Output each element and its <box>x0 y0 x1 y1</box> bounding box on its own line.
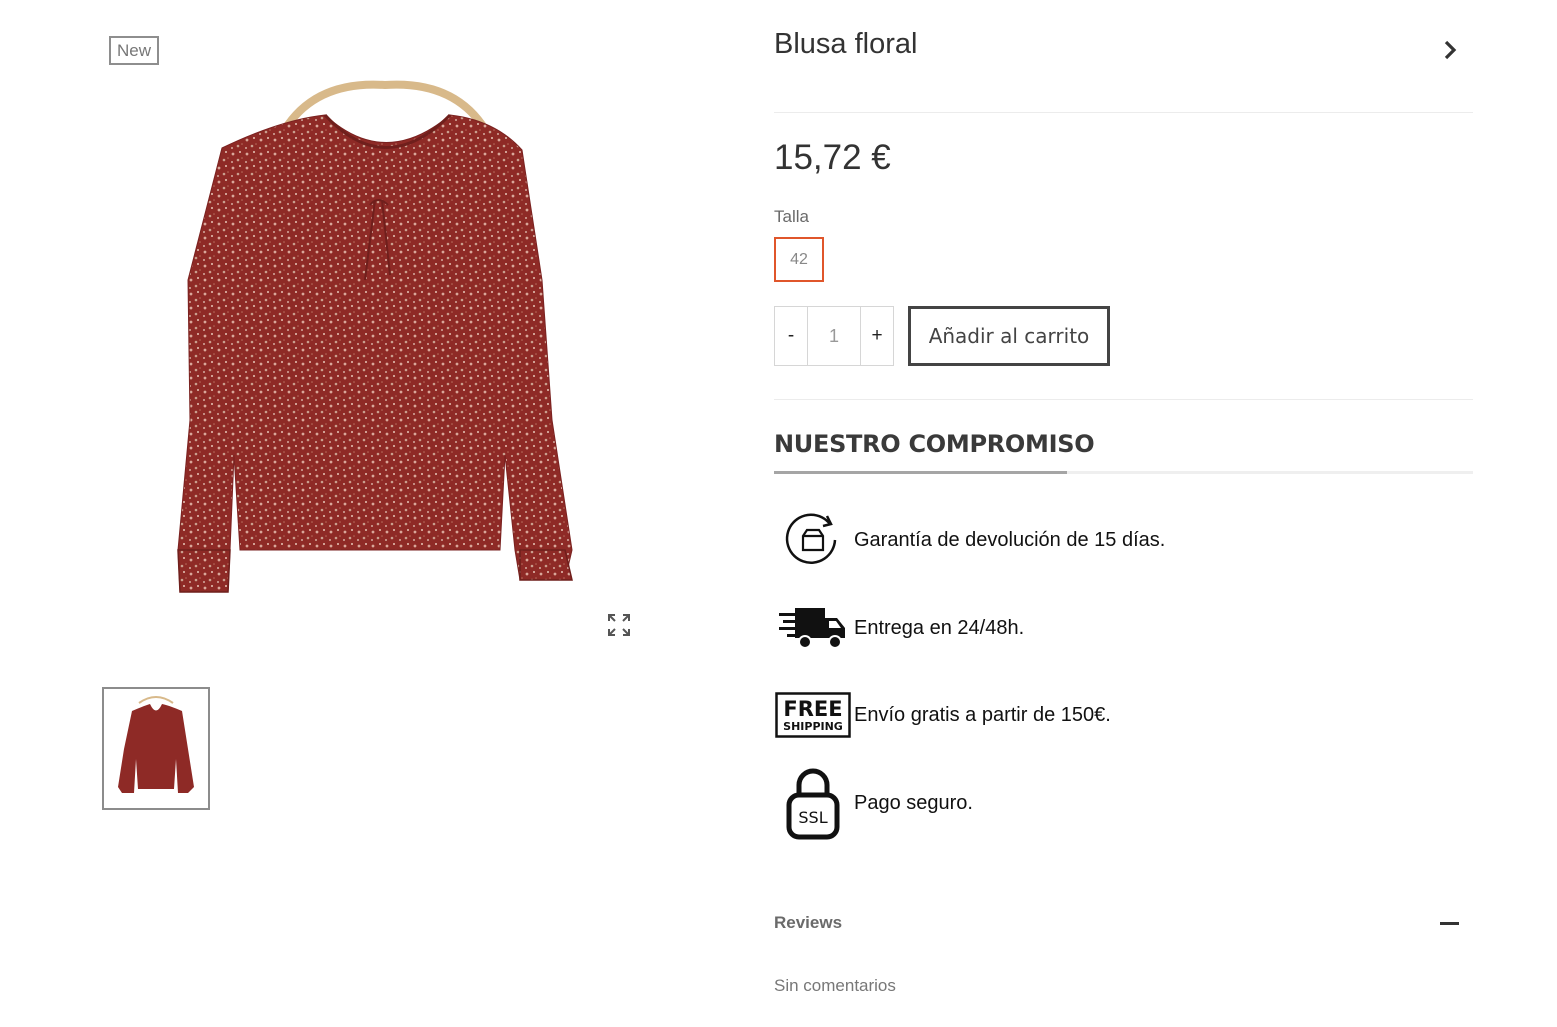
commitment-text: Entrega en 24/48h. <box>854 616 1025 639</box>
product-price: 15,72 € <box>774 138 891 177</box>
next-product-chevron-icon[interactable] <box>1438 38 1462 62</box>
quantity-decrease-button[interactable]: - <box>774 306 808 366</box>
delivery-truck-icon <box>774 589 852 667</box>
divider <box>774 112 1473 113</box>
reviews-empty-text: Sin comentarios <box>774 976 896 995</box>
commitment-item-return: Garantía de devolución de 15 días. <box>774 501 1165 579</box>
add-to-cart-button[interactable]: Añadir al carrito <box>908 306 1110 366</box>
svg-text:SSL: SSL <box>798 808 827 827</box>
commitment-text: Garantía de devolución de 15 días. <box>854 528 1166 551</box>
quantity-input[interactable] <box>808 306 860 366</box>
divider <box>774 399 1473 400</box>
section-underline-active <box>774 471 1067 474</box>
commitment-text: Envío gratis a partir de 150€. <box>854 703 1111 726</box>
quantity-stepper: - + <box>774 306 894 366</box>
commitment-text: Pago seguro. <box>854 791 973 814</box>
product-title: Blusa floral <box>774 28 918 60</box>
ssl-lock-icon: SSL <box>774 764 852 842</box>
return-box-icon <box>774 501 852 579</box>
commitment-title: NUESTRO COMPROMISO <box>774 430 1095 458</box>
reviews-heading[interactable]: Reviews <box>774 913 842 933</box>
blouse-illustration <box>177 80 573 593</box>
size-label: Talla <box>774 207 809 226</box>
commitment-item-delivery: Entrega en 24/48h. <box>774 589 1024 667</box>
product-thumbnail[interactable] <box>102 687 210 810</box>
collapse-minus-icon[interactable] <box>1440 916 1460 930</box>
commitment-item-free-shipping: FREE SHIPPING Envío gratis a partir de 1… <box>774 676 1111 754</box>
quantity-increase-button[interactable]: + <box>860 306 894 366</box>
new-badge: New <box>109 36 159 65</box>
product-main-image[interactable] <box>160 80 600 600</box>
size-option-42[interactable]: 42 <box>774 237 824 282</box>
svg-text:SHIPPING: SHIPPING <box>783 720 843 733</box>
svg-text:FREE: FREE <box>783 697 842 721</box>
commitment-item-secure-payment: SSL Pago seguro. <box>774 764 973 842</box>
expand-image-icon[interactable] <box>605 611 633 639</box>
free-shipping-icon: FREE SHIPPING <box>774 676 852 754</box>
